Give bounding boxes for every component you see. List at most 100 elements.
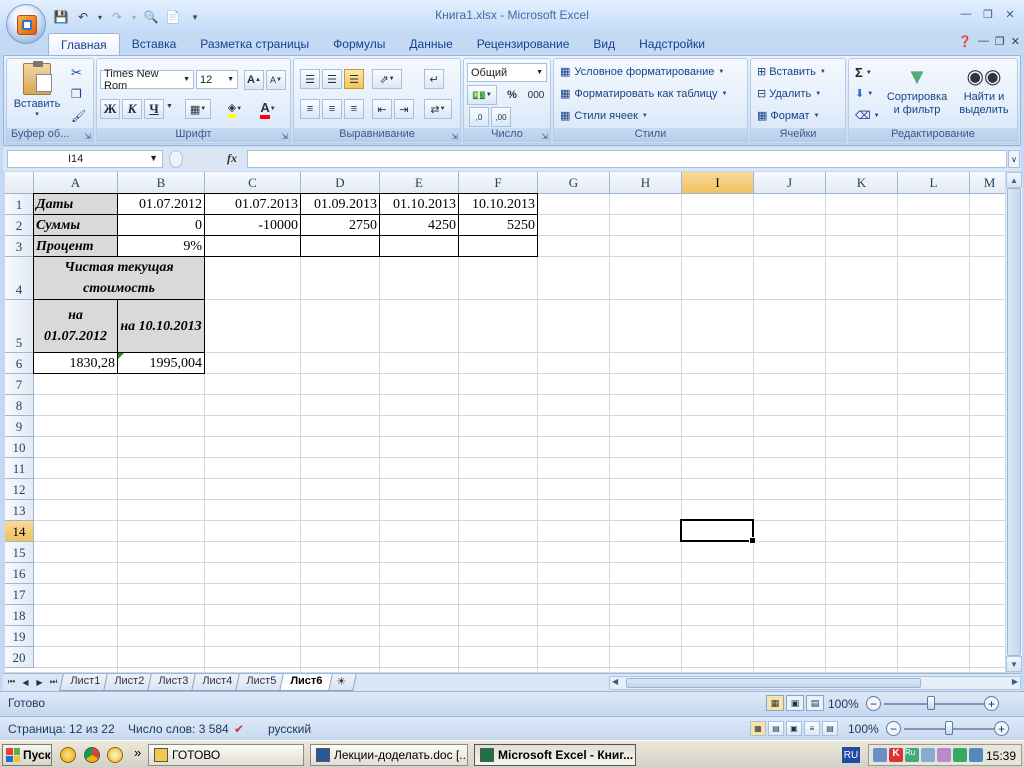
error-indicator-icon[interactable] [118,353,124,359]
last-sheet-icon[interactable]: ⏭ [47,675,60,689]
borders-button[interactable]: ▦ ▼ [185,99,211,119]
redo-dropdown-icon[interactable]: ▾ [130,8,138,26]
column-header-e[interactable]: E [380,172,459,194]
save-icon[interactable]: 💾 [52,8,70,26]
tab-0[interactable]: Главная [48,33,120,55]
tab-3[interactable]: Формулы [321,33,397,55]
redo-icon[interactable]: ↷ [108,8,126,26]
tab-2[interactable]: Разметка страницы [188,33,321,55]
font-launcher-icon[interactable]: ⇲ [281,132,288,141]
row-header-5[interactable]: 5 [5,300,34,353]
draft-view-icon[interactable]: ▤ [822,721,838,736]
autosum-button[interactable]: Σ ▼ [855,65,872,80]
row-header-15[interactable]: 15 [5,542,34,563]
format-as-table-button[interactable]: ▦ Форматировать как таблицу ▼ [560,87,727,101]
workbook-minimize-icon[interactable]: — [978,35,989,48]
display-icon[interactable] [969,748,983,762]
column-header-j[interactable]: J [754,172,826,194]
zoom-level[interactable]: 100% [828,697,859,711]
column-header-g[interactable]: G [538,172,610,194]
cell-e2[interactable]: 4250 [379,214,459,236]
scroll-down-icon[interactable]: ▼ [1006,656,1022,672]
column-header-i[interactable]: I [682,172,754,194]
undo-dropdown-icon[interactable]: ▾ [96,8,104,26]
format-cells-button[interactable]: ▦ Формат ▼ [757,109,819,123]
clear-button[interactable]: ⌫ ▼ [855,109,880,122]
select-all-corner[interactable] [5,172,34,194]
punto-switcher-icon[interactable]: Ru [905,748,919,762]
zoom-out-button[interactable]: − [866,696,881,711]
clipboard-launcher-icon[interactable]: ⇲ [84,132,91,141]
minimize-icon[interactable]: — [956,6,976,22]
row-header-18[interactable]: 18 [5,605,34,626]
workbook-restore-icon[interactable]: ❐ [995,35,1005,48]
zoom-slider-knob[interactable] [927,696,935,710]
alignment-launcher-icon[interactable]: ⇲ [451,132,458,141]
expand-formula-bar-icon[interactable]: ∨ [1008,150,1020,168]
outline-view-icon[interactable]: ≡ [804,721,820,736]
office-button[interactable] [6,4,46,44]
fill-button[interactable]: ⬇ ▼ [855,87,873,100]
taskbar-item-1[interactable]: ГОТОВО [148,744,304,766]
shrink-font-button[interactable]: A ▼ [266,70,286,90]
row-header-14[interactable]: 14 [5,521,34,542]
row-header-10[interactable]: 10 [5,437,34,458]
insert-cells-button[interactable]: ⊞ Вставить ▼ [757,65,826,79]
active-cell-outline[interactable] [680,519,756,544]
name-box[interactable]: I14 ▼ [7,150,163,168]
row-header-20[interactable]: 20 [5,647,34,668]
align-top-icon[interactable]: ☰ [300,69,320,89]
format-painter-icon[interactable]: 🖌 [71,109,86,123]
cell-a1[interactable]: Даты [33,193,118,215]
safe-remove-icon[interactable] [953,748,967,762]
find-select-button[interactable]: ◉◉ Найти и выделить [953,63,1015,117]
number-format-select[interactable]: Общий ▼ [467,63,547,82]
cell-c3[interactable] [204,235,301,257]
cell-b1[interactable]: 01.07.2012 [117,193,205,215]
tab-7[interactable]: Надстройки [627,33,717,55]
quick-launch-more-icon[interactable]: » [134,745,141,760]
page-layout-view-icon[interactable]: ▣ [786,695,804,711]
first-sheet-icon[interactable]: ⏮ [5,675,18,689]
cell-f3[interactable] [458,235,538,257]
paste-button[interactable]: Вставить ▾ [14,61,60,118]
scroll-right-icon[interactable]: ▶ [1012,677,1018,686]
cell-a6[interactable]: 1830,28 [33,352,118,374]
column-header-h[interactable]: H [610,172,682,194]
new-document-icon[interactable]: 📄 [164,8,182,26]
column-header-f[interactable]: F [459,172,538,194]
row-header-19[interactable]: 19 [5,626,34,647]
prev-sheet-icon[interactable]: ◀ [19,675,32,689]
word-zoom-in-button[interactable]: + [994,721,1009,736]
start-button[interactable]: Пуск [2,744,52,766]
vertical-scroll-thumb[interactable] [1007,188,1021,656]
cell-f2[interactable]: 5250 [458,214,538,236]
underline-dropdown-icon[interactable]: ▼ [166,103,173,110]
cell-f1[interactable]: 10.10.2013 [458,193,538,215]
increase-indent-icon[interactable]: ⇥ [394,99,414,119]
cell-d3[interactable] [300,235,380,257]
column-header-m[interactable]: M [970,172,1005,194]
column-header-d[interactable]: D [301,172,380,194]
reading-view-icon[interactable]: ▤ [768,721,784,736]
next-sheet-icon[interactable]: ▶ [33,675,46,689]
sort-filter-button[interactable]: ▼ Сортировка и фильтр [883,63,951,117]
taskbar-item-2[interactable]: Лекции-доделать.doc [... [310,744,468,766]
column-header-l[interactable]: L [898,172,970,194]
conditional-formatting-button[interactable]: ▦ Условное форматирование ▼ [560,65,724,79]
normal-view-icon[interactable]: ▦ [766,695,784,711]
print-preview-icon[interactable]: 🔍 [142,8,160,26]
row-header-8[interactable]: 8 [5,395,34,416]
vertical-scrollbar[interactable]: ▲ ▼ [1006,172,1022,672]
browser-icon[interactable] [107,747,123,763]
tab-1[interactable]: Вставка [120,33,189,55]
copy-icon[interactable]: ❐ [71,87,82,101]
column-header-a[interactable]: A [34,172,118,194]
column-header-c[interactable]: C [205,172,301,194]
network-icon[interactable] [873,748,887,762]
tab-5[interactable]: Рецензирование [465,33,582,55]
font-size-select[interactable]: 12 ▼ [196,70,238,89]
customize-qat-icon[interactable]: ▾ [186,8,204,26]
underline-button[interactable]: Ч [144,99,164,119]
increase-decimal-button[interactable]: ,0 [469,107,489,127]
